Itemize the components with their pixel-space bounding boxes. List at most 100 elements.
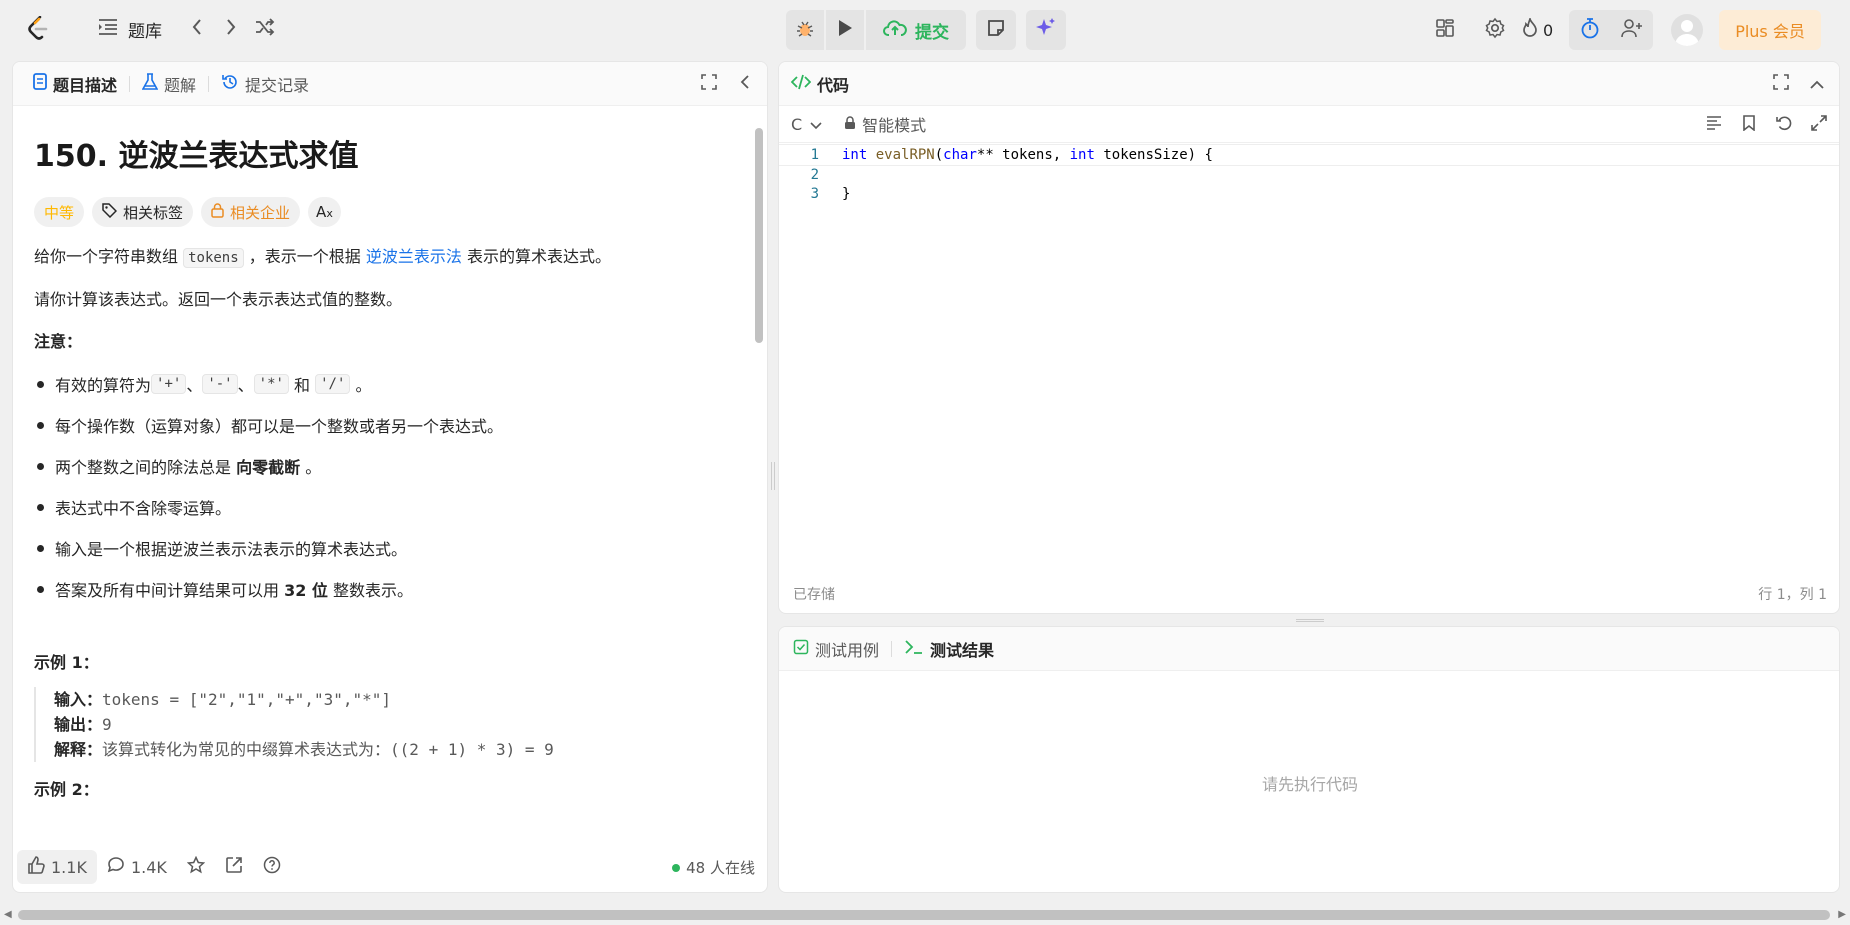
timer-group xyxy=(1569,10,1654,50)
timer-button[interactable] xyxy=(1569,10,1611,50)
avatar[interactable] xyxy=(1671,14,1704,46)
code-line: 1 int evalRPN(char** tokens, int tokensS… xyxy=(779,144,1839,166)
play-icon xyxy=(837,19,853,41)
list-item: 输入是一个根据逆波兰表示法表示的算术表达式。 xyxy=(34,536,733,560)
submit-button[interactable]: 提交 xyxy=(866,10,966,50)
prev-problem-button[interactable] xyxy=(180,12,214,46)
reset-button[interactable] xyxy=(1772,113,1796,137)
smart-mode-toggle[interactable]: 智能模式 xyxy=(844,112,926,136)
maximize-button[interactable] xyxy=(697,72,721,96)
submit-label: 提交 xyxy=(915,22,949,43)
align-left-icon xyxy=(1706,115,1722,134)
run-first-placeholder: 请先执行代码 xyxy=(1261,774,1358,794)
plus-membership-button[interactable]: Plus 会员 xyxy=(1719,10,1821,50)
problemset-button[interactable]: 题库 xyxy=(98,12,180,46)
bold-text: 向零截断 xyxy=(236,458,301,477)
run-button[interactable] xyxy=(826,10,864,50)
cursor-position: 行 1，列 1 xyxy=(1758,587,1827,603)
code-editor[interactable]: 1 int evalRPN(char** tokens, int tokensS… xyxy=(779,144,1839,564)
online-count: 48 人在线 xyxy=(686,859,755,877)
code-line: 3 } xyxy=(779,183,1839,205)
collapse-button[interactable] xyxy=(1805,72,1829,96)
related-companies-button[interactable]: 相关企业 xyxy=(201,197,301,227)
text: 整数表示。 xyxy=(327,581,414,600)
scroll-right-arrow-icon[interactable]: ▶ xyxy=(1838,909,1846,920)
invite-button[interactable] xyxy=(1611,10,1653,50)
random-problem-button[interactable] xyxy=(248,12,282,46)
text: 每个操作数（运算对象）都可以是一个整数或者另一个表达式。 xyxy=(55,417,504,436)
like-button[interactable]: 1.1K xyxy=(17,850,97,884)
fullscreen-button[interactable] xyxy=(1807,113,1831,137)
next-problem-button[interactable] xyxy=(214,12,248,46)
smart-mode-label: 智能模式 xyxy=(862,116,927,135)
sparkle-icon xyxy=(1035,17,1057,43)
panel-resize-handle-horizontal[interactable] xyxy=(1296,619,1324,622)
keyword: int xyxy=(1069,147,1095,163)
translate-button[interactable]: Ax xyxy=(308,197,341,227)
rpn-link[interactable]: 逆波兰表示法 xyxy=(366,247,462,266)
note-icon xyxy=(987,19,1005,41)
ai-assistant-button[interactable] xyxy=(1026,10,1066,50)
tab-testresult[interactable]: 测试结果 xyxy=(898,627,1000,671)
layout-button[interactable] xyxy=(1425,10,1465,50)
share-icon xyxy=(225,856,243,878)
text: 两个整数之间的除法总是 xyxy=(55,458,237,477)
chevron-right-icon xyxy=(225,18,237,40)
scrollbar-thumb[interactable] xyxy=(755,128,763,343)
notes-button[interactable] xyxy=(976,10,1016,50)
related-tags-button[interactable]: 相关标签 xyxy=(92,197,194,227)
favorite-button[interactable] xyxy=(177,850,215,884)
bookmark-button[interactable] xyxy=(1737,113,1761,137)
debug-button[interactable] xyxy=(786,10,824,50)
horizontal-scrollbar[interactable] xyxy=(18,910,1830,920)
translate-icon: Ax xyxy=(316,203,333,221)
list-icon xyxy=(98,18,118,40)
problemset-label: 题库 xyxy=(128,21,162,42)
tab-submissions-label: 提交记录 xyxy=(245,75,310,95)
help-circle-icon xyxy=(263,856,281,878)
line-number: 1 xyxy=(810,147,819,163)
test-result-body: 请先执行代码 xyxy=(779,671,1839,892)
language-select[interactable]: C xyxy=(791,115,822,134)
panel-resize-handle-vertical[interactable] xyxy=(771,462,775,490)
help-button[interactable] xyxy=(253,850,291,884)
share-button[interactable] xyxy=(215,850,253,884)
format-button[interactable] xyxy=(1702,113,1726,137)
code-panel: 代码 C 智能模式 1 int evalRPN(char** tokens, i… xyxy=(778,61,1840,614)
tab-testcases[interactable]: 测试用例 xyxy=(787,627,885,671)
value: ((2 + 1) * 3) = 9 xyxy=(390,740,554,759)
tab-testresult-label: 测试结果 xyxy=(930,640,995,660)
list-item: 表达式中不含除零运算。 xyxy=(34,495,733,519)
value: 9 xyxy=(102,715,112,734)
tab-submissions[interactable]: 提交记录 xyxy=(215,62,315,106)
text: 。 xyxy=(300,458,322,477)
maximize-button[interactable] xyxy=(1769,72,1793,96)
list-item: 两个整数之间的除法总是 向零截断 。 xyxy=(34,454,733,478)
comments-button[interactable]: 1.4K xyxy=(97,850,177,884)
chevron-left-icon xyxy=(191,18,203,40)
tab-solutions[interactable]: 题解 xyxy=(136,62,202,106)
leetcode-logo-icon[interactable] xyxy=(24,14,52,44)
code-text: tokensSize) { xyxy=(1094,147,1213,163)
line-number: 3 xyxy=(810,186,819,202)
collapse-button[interactable] xyxy=(733,72,757,96)
thumbs-up-icon xyxy=(27,856,45,878)
chevron-up-icon xyxy=(1809,75,1825,94)
streak-counter[interactable]: 0 xyxy=(1521,15,1553,42)
comment-count: 1.4K xyxy=(130,857,167,877)
tab-description[interactable]: 题目描述 xyxy=(27,62,123,106)
description-scrollbar[interactable] xyxy=(752,110,764,840)
related-companies-label: 相关企业 xyxy=(230,203,291,222)
undo-icon xyxy=(1776,115,1792,135)
keyword: char xyxy=(943,147,977,163)
tab-divider xyxy=(208,75,210,92)
tab-code[interactable]: 代码 xyxy=(790,62,849,106)
inline-code: '+' xyxy=(151,374,187,394)
expand-icon xyxy=(1811,114,1827,135)
description-tab-actions xyxy=(697,62,757,106)
description-paragraph-1: 给你一个字符串数组 tokens ，表示一个根据 逆波兰表示法 表示的算术表达式… xyxy=(34,245,733,270)
inline-code: tokens xyxy=(183,248,244,268)
bullet xyxy=(37,503,44,511)
scroll-left-arrow-icon[interactable]: ◀ xyxy=(4,909,12,920)
settings-button[interactable] xyxy=(1475,10,1515,50)
